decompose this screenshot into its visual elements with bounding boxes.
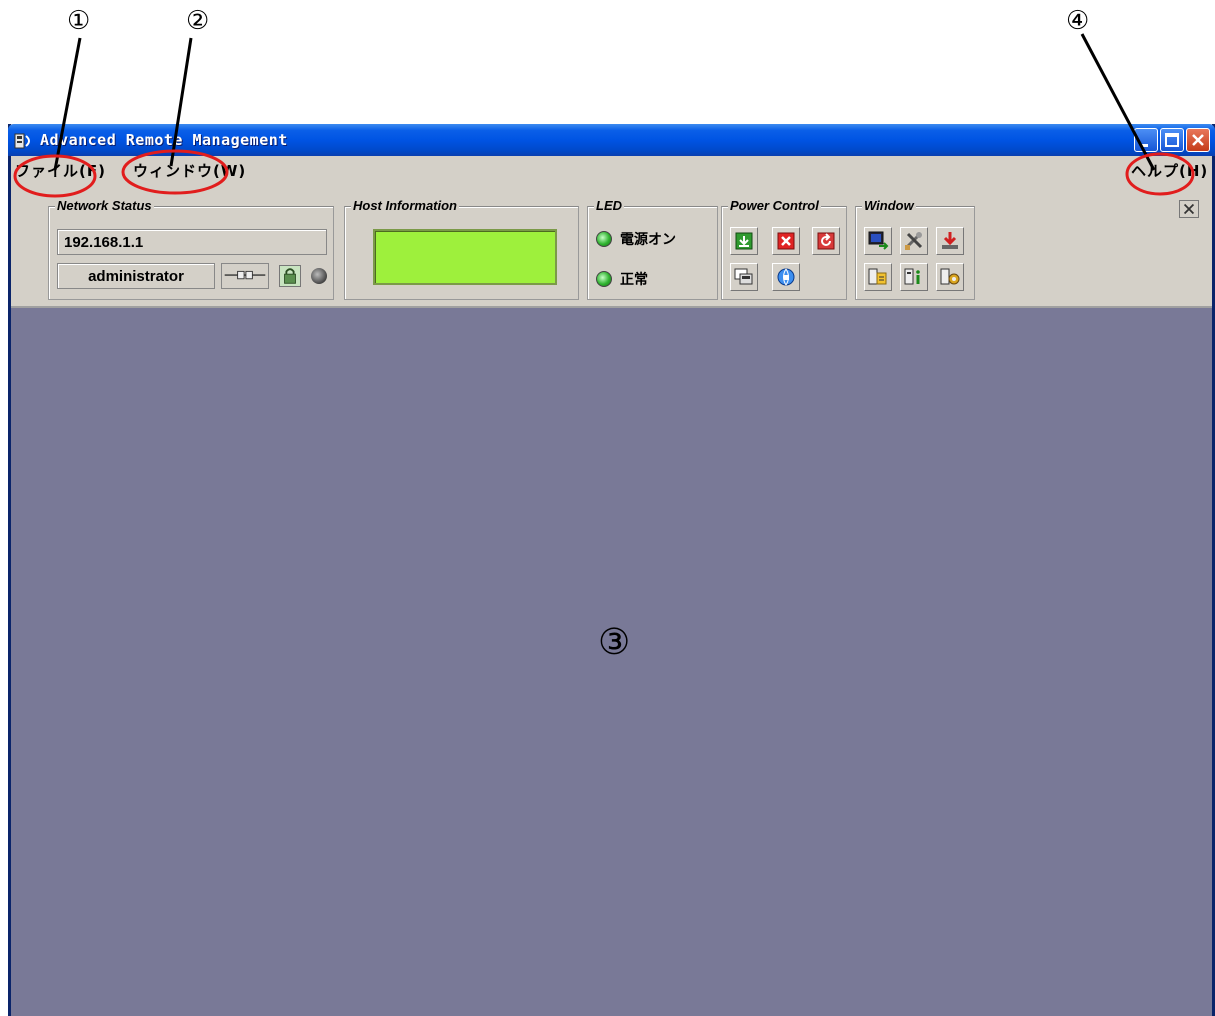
window-group: Window <box>855 198 975 300</box>
menu-window[interactable]: ウィンドウ(W) <box>133 160 246 181</box>
monitor-button[interactable] <box>864 227 892 255</box>
info-icon <box>904 268 920 285</box>
minimize-button[interactable] <box>1134 128 1158 152</box>
settings-button[interactable] <box>936 263 964 291</box>
menu-help[interactable]: ヘルプ(H) <box>1131 160 1208 181</box>
tools-icon <box>904 232 923 250</box>
document-icon <box>868 268 887 285</box>
info-button[interactable] <box>900 263 928 291</box>
power-on-icon <box>735 232 753 250</box>
lock-icon[interactable] <box>279 265 301 287</box>
user-field: administrator <box>57 263 215 289</box>
status-led-label: 正常 <box>620 272 648 288</box>
panel-close-button[interactable] <box>1179 200 1199 218</box>
connection-icon <box>221 263 269 289</box>
led-group: LED 電源オン 正常 <box>587 198 718 300</box>
led-title: LED <box>594 198 624 213</box>
callout-label-3: ③ <box>598 622 631 663</box>
download-button[interactable] <box>936 227 964 255</box>
power-on-button[interactable] <box>730 227 758 255</box>
host-information-group: Host Information <box>344 198 579 300</box>
ip-address-field: 192.168.1.1 <box>57 229 327 255</box>
callout-label-2: ② <box>186 6 210 36</box>
reset-button[interactable] <box>812 227 840 255</box>
app-icon <box>14 133 30 149</box>
window-title: Advanced Remote Management <box>40 131 288 149</box>
download-icon <box>942 232 958 249</box>
power-off-icon <box>777 232 795 250</box>
maximize-button[interactable] <box>1160 128 1184 152</box>
callout-label-4: ④ <box>1066 6 1090 36</box>
host-lcd-display <box>373 229 557 285</box>
power-control-title: Power Control <box>728 198 821 213</box>
connection-led-icon <box>311 268 327 284</box>
power-off-button[interactable] <box>772 227 800 255</box>
tools-button[interactable] <box>900 227 928 255</box>
reset-icon <box>817 232 835 250</box>
monitor-arrow-icon <box>868 231 889 250</box>
application-window: Advanced Remote Management ファイル(F) ウィンドウ… <box>8 124 1215 1016</box>
network-status-title: Network Status <box>55 198 154 213</box>
console-icon <box>734 268 753 285</box>
globe-button[interactable] <box>772 263 800 291</box>
power-led-row: 電源オン <box>596 229 676 249</box>
close-icon <box>1183 203 1195 215</box>
status-led-row: 正常 <box>596 269 648 289</box>
status-toolbar: Network Status 192.168.1.1 administrator <box>11 182 1212 308</box>
status-led-icon <box>596 271 612 287</box>
menu-bar: ファイル(F) ウィンドウ(W) ヘルプ(H) <box>11 156 1212 182</box>
network-status-group: Network Status 192.168.1.1 administrator <box>48 198 334 300</box>
console-button[interactable] <box>730 263 758 291</box>
maximize-icon <box>1165 133 1179 147</box>
close-button[interactable] <box>1186 128 1210 152</box>
title-bar[interactable]: Advanced Remote Management <box>8 124 1215 156</box>
minimize-icon <box>1140 144 1148 147</box>
settings-icon <box>940 268 960 285</box>
callout-label-1: ① <box>67 6 91 36</box>
power-led-icon <box>596 231 612 247</box>
host-information-title: Host Information <box>351 198 459 213</box>
document-button[interactable] <box>864 263 892 291</box>
close-icon <box>1192 134 1204 146</box>
power-control-group: Power Control <box>721 198 847 300</box>
power-led-label: 電源オン <box>620 232 676 248</box>
window-group-title: Window <box>862 198 916 213</box>
menu-file[interactable]: ファイル(F) <box>15 160 106 181</box>
globe-icon <box>777 268 795 286</box>
